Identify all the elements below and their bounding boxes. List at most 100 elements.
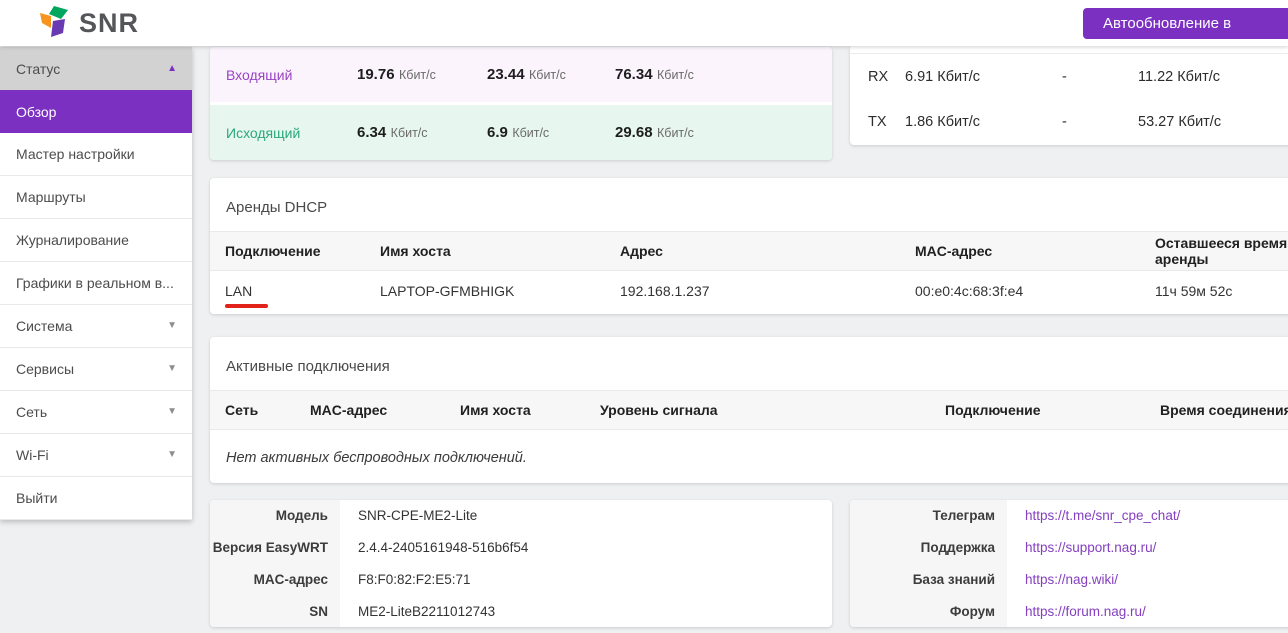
chevron-down-icon: ▼ <box>167 407 177 417</box>
tx-label: TX <box>868 114 905 130</box>
cell-connection: LAN <box>225 283 380 299</box>
inbound-value-3: 76.34 Кбит/с <box>615 66 832 84</box>
chevron-down-icon: ▼ <box>167 321 177 331</box>
value-sn: ME2-LiteB2211012743 <box>340 595 832 627</box>
sidebar-item-label: Сеть <box>16 404 47 420</box>
outbound-value-2: 6.9 Кбит/с <box>487 124 615 142</box>
sidebar-item-label: Маршруты <box>16 189 86 205</box>
sidebar-item-overview[interactable]: Обзор <box>0 90 192 133</box>
sidebar-item-setup-wizard[interactable]: Мастер настройки <box>0 133 192 176</box>
outbound-label: Исходящий <box>210 125 357 141</box>
sidebar-item-label: Мастер настройки <box>16 146 135 162</box>
cell-address: 192.168.1.237 <box>620 283 915 299</box>
sidebar-item-wifi[interactable]: Wi-Fi ▼ <box>0 434 192 477</box>
rx-label: RX <box>868 69 905 85</box>
outbound-value-1: 6.34 Кбит/с <box>357 124 487 142</box>
value-firmware: 2.4.4-2405161948-516b6f54 <box>340 532 832 564</box>
cell-hostname: LAPTOP-GFMBHIGK <box>380 283 620 299</box>
cell-mac: 00:e0:4c:68:3f:e4 <box>915 283 1155 299</box>
connections-card-title: Активные подключения <box>210 337 1288 390</box>
knowledge-base-link[interactable]: https://nag.wiki/ <box>1025 572 1118 587</box>
label-knowledge-base: База знаний <box>850 564 1007 596</box>
col-signal-level: Уровень сигнала <box>600 402 945 418</box>
link-row-support: Поддержка https://support.nag.ru/ <box>850 532 1288 564</box>
sidebar-item-label: Выйти <box>16 490 57 506</box>
label-mac: MAC-адрес <box>210 564 340 596</box>
inbound-traffic-row: Входящий 19.76 Кбит/с 23.44 Кбит/с 76.34… <box>210 47 832 102</box>
info-row-mac: MAC-адрес F8:F0:82:F2:E5:71 <box>210 564 832 596</box>
rx-value-2: - <box>1062 69 1138 85</box>
col-lease-time: Оставшееся время аренды <box>1155 235 1288 267</box>
no-wireless-connections-note: Нет активных беспроводных подключений. <box>210 430 1288 483</box>
sidebar-item-label: Статус <box>16 61 60 77</box>
snr-logo: SNR <box>40 6 139 40</box>
dhcp-card-title: Аренды DHCP <box>210 178 1288 231</box>
outbound-traffic-row: Исходящий 6.34 Кбит/с 6.9 Кбит/с 29.68 К… <box>210 105 832 160</box>
tx-value-1: 1.86 Кбит/с <box>905 114 1062 130</box>
col-hostname: Имя хоста <box>460 402 600 418</box>
tx-row: TX 1.86 Кбит/с - 53.27 Кбит/с <box>850 99 1288 144</box>
sidebar-item-realtime-graphs[interactable]: Графики в реальном в... <box>0 262 192 305</box>
rx-value-1: 6.91 Кбит/с <box>905 69 1062 85</box>
col-connection-time: Время соединения <box>1160 402 1288 418</box>
sidebar-item-logging[interactable]: Журналирование <box>0 219 192 262</box>
col-mac: MAC-адрес <box>915 243 1155 259</box>
chevron-down-icon: ▼ <box>167 364 177 374</box>
sidebar-item-routes[interactable]: Маршруты <box>0 176 192 219</box>
telegram-link[interactable]: https://t.me/snr_cpe_chat/ <box>1025 508 1180 523</box>
sidebar-item-label: Обзор <box>16 104 56 120</box>
value-mac: F8:F0:82:F2:E5:71 <box>340 564 832 596</box>
info-row-firmware: Версия EasyWRT 2.4.4-2405161948-516b6f54 <box>210 532 832 564</box>
sidebar: Статус ▲ Обзор Мастер настройки Маршруты… <box>0 47 192 520</box>
link-row-knowledge-base: База знаний https://nag.wiki/ <box>850 564 1288 596</box>
dhcp-table-header: Подключение Имя хоста Адрес MAC-адрес Ос… <box>210 231 1288 271</box>
link-row-forum: Форум https://forum.nag.ru/ <box>850 595 1288 627</box>
connections-table-header: Сеть MAC-адрес Имя хоста Уровень сигнала… <box>210 390 1288 430</box>
sidebar-item-logout[interactable]: Выйти <box>0 477 192 520</box>
tx-value-3: 53.27 Кбит/с <box>1138 114 1288 130</box>
dhcp-leases-card: Аренды DHCP Подключение Имя хоста Адрес … <box>210 178 1288 314</box>
active-connections-card: Активные подключения Сеть MAC-адрес Имя … <box>210 337 1288 483</box>
col-address: Адрес <box>620 243 915 259</box>
inbound-value-2: 23.44 Кбит/с <box>487 66 615 84</box>
rx-tx-card: RX 6.91 Кбит/с - 11.22 Кбит/с TX 1.86 Кб… <box>850 45 1288 145</box>
label-telegram: Телеграм <box>850 500 1007 532</box>
col-network: Сеть <box>225 402 310 418</box>
label-forum: Форум <box>850 595 1007 627</box>
sidebar-item-services[interactable]: Сервисы ▼ <box>0 348 192 391</box>
traffic-summary-card: Входящий 19.76 Кбит/с 23.44 Кбит/с 76.34… <box>210 47 832 160</box>
col-mac: MAC-адрес <box>310 402 460 418</box>
sidebar-item-label: Wi-Fi <box>16 447 49 463</box>
link-row-telegram: Телеграм https://t.me/snr_cpe_chat/ <box>850 500 1288 532</box>
value-model: SNR-CPE-ME2-Lite <box>340 500 832 532</box>
col-connection: Подключение <box>225 243 380 259</box>
label-sn: SN <box>210 595 340 627</box>
forum-link[interactable]: https://forum.nag.ru/ <box>1025 604 1146 619</box>
snr-logo-icon <box>40 6 72 40</box>
label-support: Поддержка <box>850 532 1007 564</box>
label-firmware: Версия EasyWRT <box>210 532 340 564</box>
autoupdate-button[interactable]: Автообновление в <box>1083 8 1288 39</box>
logo-text: SNR <box>79 6 139 40</box>
sidebar-item-network[interactable]: Сеть ▼ <box>0 391 192 434</box>
col-hostname: Имя хоста <box>380 243 620 259</box>
sidebar-item-label: Система <box>16 318 72 334</box>
chevron-up-icon: ▲ <box>167 64 177 74</box>
rx-value-3: 11.22 Кбит/с <box>1138 69 1288 85</box>
rx-row: RX 6.91 Кбит/с - 11.22 Кбит/с <box>850 54 1288 99</box>
chevron-down-icon: ▼ <box>167 450 177 460</box>
dhcp-table-row: LAN LAPTOP-GFMBHIGK 192.168.1.237 00:e0:… <box>210 271 1288 311</box>
sidebar-item-status[interactable]: Статус ▲ <box>0 47 192 90</box>
sidebar-item-label: Журналирование <box>16 232 129 248</box>
red-underline-annotation <box>225 304 268 308</box>
sidebar-item-label: Графики в реальном в... <box>16 275 174 291</box>
col-connection: Подключение <box>945 402 1160 418</box>
rxtx-card-clipped-header <box>850 45 1288 54</box>
sidebar-item-system[interactable]: Система ▼ <box>0 305 192 348</box>
support-links-card: Телеграм https://t.me/snr_cpe_chat/ Подд… <box>850 500 1288 627</box>
support-link[interactable]: https://support.nag.ru/ <box>1025 540 1156 555</box>
inbound-value-1: 19.76 Кбит/с <box>357 66 487 84</box>
tx-value-2: - <box>1062 114 1138 130</box>
inbound-label: Входящий <box>210 67 357 83</box>
sidebar-item-label: Сервисы <box>16 361 74 377</box>
